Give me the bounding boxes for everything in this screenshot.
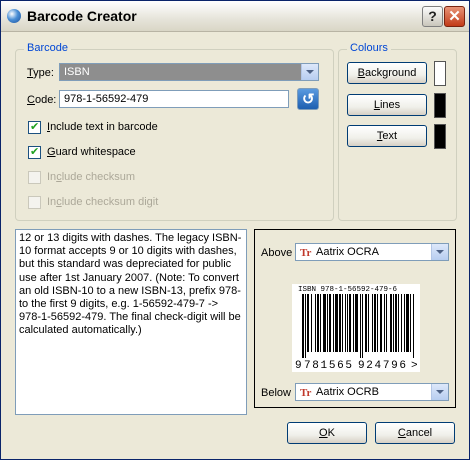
barcode-bar [317,294,319,352]
code-input-value: 978-1-56592-479 [64,93,149,105]
barcode-bar [342,294,343,352]
barcode-bar [406,294,409,352]
barcode-group-title: Barcode [24,42,71,54]
chevron-down-icon[interactable] [431,384,448,400]
barcode-bar [333,294,334,352]
barcode-bar [398,294,399,352]
barcode-bar [410,294,411,352]
barcode-guard-mark: > [411,360,418,372]
barcode-bar [323,294,326,352]
barcode-bar [368,294,369,352]
barcode-bar [362,294,363,358]
barcode-bar [404,294,405,352]
ok-button[interactable]: OK [287,422,367,444]
barcode-preview-panel: Above Tr Aatrix OCRA ISBN 978-1-56592-47… [254,229,456,408]
close-button[interactable]: ✕ [444,6,465,27]
barcode-creator-dialog: Barcode Creator ? ✕ Barcode Type: ISBN C… [0,0,470,460]
below-label: Below [261,387,291,399]
background-colour-swatch [434,61,446,86]
close-icon: ✕ [448,8,461,25]
code-label: Code: [27,94,57,106]
barcode-bar [302,294,304,358]
barcode-bar [349,294,351,352]
app-globe-icon [7,9,21,23]
barcode-bar [413,294,414,358]
type-select-value: ISBN [64,66,90,78]
barcode-bar [372,294,373,352]
include-text-label[interactable]: Include text in barcode [47,121,158,133]
barcode-bar [384,294,385,352]
text-colour-swatch [434,124,446,149]
barcode-bar [307,294,309,352]
chevron-down-icon[interactable] [431,244,448,260]
barcode-right-digits: 924796 [358,360,406,372]
below-font-select[interactable]: Tr Aatrix OCRB [295,383,449,401]
font-icon: Tr [300,247,312,259]
barcode-bar [390,294,392,352]
barcode-left-digits: 781565 [304,360,352,372]
barcode-bar [377,294,378,352]
barcode-bar [360,294,361,358]
font-icon: Tr [300,387,312,399]
barcode-bar [395,294,397,352]
barcode-bar [339,294,341,352]
refresh-code-button[interactable] [297,88,319,110]
barcode-bar [355,294,358,352]
barcode-bar [345,294,346,352]
lines-colour-button[interactable]: Lines [347,94,427,116]
below-font-value: Aatrix OCRB [316,386,379,398]
barcode-bar [393,294,394,352]
lines-colour-swatch [434,93,446,118]
barcode-bar [315,294,316,352]
barcode-bar [401,294,402,352]
guard-whitespace-checkbox[interactable] [28,145,41,159]
above-label: Above [261,247,293,259]
help-button[interactable]: ? [422,6,443,27]
barcode-bar [311,294,312,352]
include-checksum-checkbox [28,171,41,184]
barcode-bar [329,294,331,352]
barcode-bar [365,294,367,352]
guard-whitespace-label[interactable]: Guard whitespace [47,146,136,158]
barcode-graphic: ISBN 978-1-56592-479-6 9 781565 924796 > [295,286,418,372]
background-colour-button[interactable]: Background [347,62,427,84]
type-select[interactable]: ISBN [59,63,319,81]
include-text-checkbox[interactable] [28,120,41,134]
barcode-top-text: ISBN 978-1-56592-479-6 [298,286,398,294]
include-checksum-label: Include checksum [47,171,136,183]
barcode-bar [320,294,321,352]
barcode-image: ISBN 978-1-56592-479-6 9 781565 924796 > [292,284,420,372]
barcode-bar [374,294,376,352]
text-colour-button[interactable]: Text [347,125,427,147]
title-bar: Barcode Creator ? ✕ [1,1,469,32]
chevron-down-icon[interactable] [301,64,318,80]
description-textbox[interactable]: 12 or 13 digits with dashes. The legacy … [15,229,247,415]
type-label: Type: [27,67,54,79]
barcode-bar [380,294,382,352]
colours-group-title: Colours [347,42,391,54]
window-title: Barcode Creator [27,8,137,24]
include-checksum-digit-checkbox [28,196,41,209]
barcode-bar [353,294,354,352]
help-icon: ? [428,8,437,24]
include-checksum-digit-label: Include checksum digit [47,196,159,208]
barcode-bar [335,294,338,352]
above-font-select[interactable]: Tr Aatrix OCRA [295,243,449,261]
barcode-bar [327,294,328,352]
code-input[interactable]: 978-1-56592-479 [59,90,289,108]
cancel-button[interactable]: Cancel [375,422,455,444]
barcode-lead-digit: 9 [295,360,302,372]
barcode-bar [305,294,306,358]
barcode-bar [386,294,387,352]
above-font-value: Aatrix OCRA [316,246,379,258]
barcode-bars [302,294,414,358]
barcode-bar [347,294,348,352]
